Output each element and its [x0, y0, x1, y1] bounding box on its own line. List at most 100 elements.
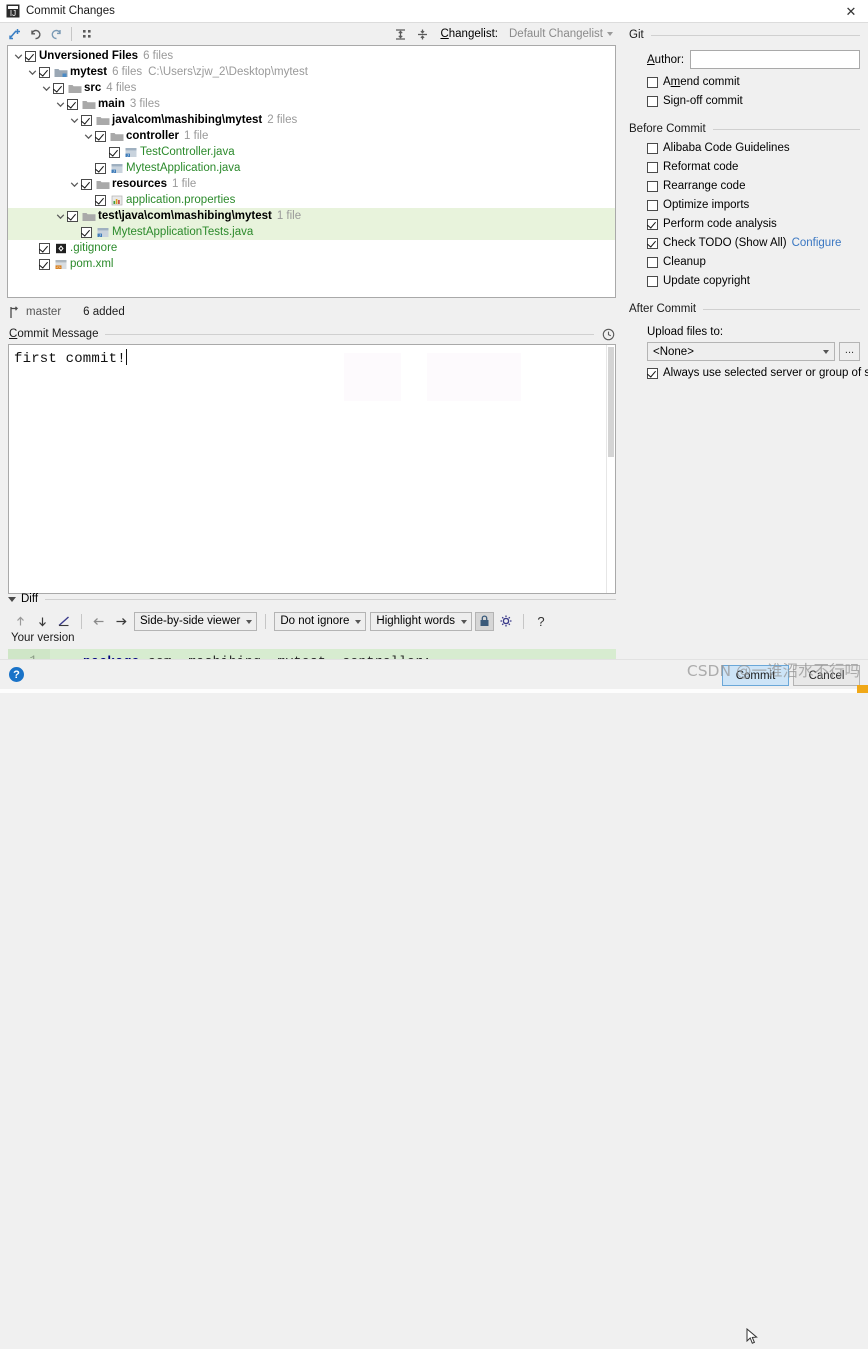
always-use-server-checkbox[interactable]: [647, 367, 658, 379]
refresh-icon[interactable]: [46, 25, 66, 44]
commit-message-scrollbar[interactable]: [606, 345, 615, 593]
folder-icon: [95, 177, 110, 191]
tree-row-checkbox[interactable]: [81, 226, 92, 238]
whitespace-dropdown[interactable]: Do not ignore: [274, 611, 367, 631]
tree-row[interactable]: main 3 files: [8, 96, 615, 112]
update-copyright-checkbox-row[interactable]: Update copyright: [647, 275, 860, 287]
optimize-imports-checkbox[interactable]: [647, 199, 658, 211]
tree-row-checkbox[interactable]: [81, 178, 92, 190]
configure-link[interactable]: Configure: [792, 237, 842, 249]
check-todo-checkbox-row[interactable]: Check TODO (Show All) Configure: [647, 237, 860, 249]
alibaba-code-guidelines-checkbox[interactable]: [647, 142, 658, 154]
check-todo-checkbox[interactable]: [647, 237, 658, 249]
gear-icon[interactable]: [496, 612, 516, 630]
update-copyright-checkbox[interactable]: [647, 275, 658, 287]
chevron-down-icon: [823, 350, 829, 354]
tree-row-checkbox[interactable]: [67, 98, 78, 110]
tree-row[interactable]: <> pom.xml: [8, 256, 615, 272]
accept-right-icon[interactable]: [111, 612, 131, 630]
tree-row[interactable]: java\com\mashibing\mytest 2 files: [8, 112, 615, 128]
previous-difference-icon[interactable]: [10, 612, 30, 630]
chevron-down-icon[interactable]: [68, 176, 81, 192]
chevron-down-icon[interactable]: [40, 80, 53, 96]
rollback-icon[interactable]: [25, 25, 45, 44]
add-to-vcs-icon[interactable]: [4, 25, 24, 44]
reformat-code-checkbox[interactable]: [647, 161, 658, 173]
tree-row-checkbox[interactable]: [81, 114, 92, 126]
tree-row[interactable]: J MytestApplication.java: [8, 160, 615, 176]
cleanup-checkbox-row[interactable]: Cleanup: [647, 256, 860, 268]
chevron-down-icon[interactable]: [26, 64, 39, 80]
alibaba-code-guidelines-checkbox-row[interactable]: Alibaba Code Guidelines: [647, 142, 860, 154]
reformat-code-checkbox-row[interactable]: Reformat code: [647, 161, 860, 173]
expand-all-icon[interactable]: [390, 25, 410, 44]
highlight-dropdown[interactable]: Highlight words: [370, 611, 473, 631]
tree-row[interactable]: .gitignore: [8, 240, 615, 256]
chevron-down-icon[interactable]: [54, 208, 67, 224]
tree-row[interactable]: resources 1 file: [8, 176, 615, 192]
commit-message-panel[interactable]: first commit!: [8, 344, 616, 594]
chevron-down-icon[interactable]: [82, 128, 95, 144]
chevron-down-icon: [461, 619, 468, 624]
tree-row-checkbox[interactable]: [95, 130, 106, 142]
svg-text:J: J: [98, 232, 100, 237]
tree-row-checkbox[interactable]: [39, 258, 50, 270]
git-section-label: Git: [629, 29, 644, 41]
commit-button[interactable]: Commit: [722, 665, 789, 686]
changes-tree-panel[interactable]: Unversioned Files 6 files mytest 6 files C:\…: [7, 45, 616, 298]
collapse-all-icon[interactable]: [412, 25, 432, 44]
clock-icon[interactable]: [600, 326, 616, 342]
perform-code-analysis-checkbox-row[interactable]: Perform code analysis: [647, 218, 860, 230]
scrollbar-thumb[interactable]: [608, 347, 614, 457]
tree-row-checkbox[interactable]: [109, 146, 120, 158]
properties-icon: [109, 193, 124, 207]
optimize-imports-checkbox-row[interactable]: Optimize imports: [647, 199, 860, 211]
java-class-icon: J: [123, 145, 138, 159]
group-by-icon[interactable]: [77, 25, 97, 44]
tree-row[interactable]: J TestController.java: [8, 144, 615, 160]
chevron-down-icon[interactable]: [12, 48, 25, 64]
sign-off-commit-checkbox-row[interactable]: Sign-off commit: [647, 95, 860, 107]
java-class-icon: J: [109, 161, 124, 175]
tree-row-checkbox[interactable]: [95, 162, 106, 174]
lock-icon[interactable]: [475, 611, 495, 631]
amend-commit-checkbox[interactable]: [647, 76, 658, 88]
tree-row-checkbox[interactable]: [39, 242, 50, 254]
tree-row[interactable]: test\java\com\mashibing\mytest 1 file: [8, 208, 615, 224]
sign-off-commit-checkbox[interactable]: [647, 95, 658, 107]
diff-viewer-dropdown[interactable]: Side-by-side viewer: [134, 611, 258, 631]
rearrange-code-checkbox[interactable]: [647, 180, 658, 192]
tree-row-checkbox[interactable]: [53, 82, 64, 94]
browse-servers-button[interactable]: ...: [839, 342, 860, 361]
amend-commit-checkbox-row[interactable]: Amend commit: [647, 76, 860, 88]
help-icon[interactable]: ?: [531, 612, 551, 630]
tree-row-checkbox[interactable]: [25, 50, 36, 62]
chevron-down-icon[interactable]: [8, 596, 16, 602]
tree-row-checkbox[interactable]: [95, 194, 106, 206]
tree-row[interactable]: Unversioned Files 6 files: [8, 48, 615, 64]
next-difference-icon[interactable]: [32, 612, 52, 630]
cleanup-checkbox[interactable]: [647, 256, 658, 268]
changelist-dropdown[interactable]: Default Changelist: [504, 24, 619, 44]
commit-message-input[interactable]: first commit!: [9, 345, 127, 367]
tree-row[interactable]: application.properties: [8, 192, 615, 208]
tree-row[interactable]: controller 1 file: [8, 128, 615, 144]
upload-server-dropdown[interactable]: <None>: [647, 342, 835, 361]
author-input[interactable]: [690, 50, 860, 69]
reformat-code-label: Reformat code: [663, 161, 739, 173]
edit-source-icon[interactable]: [54, 612, 74, 630]
help-icon[interactable]: ?: [9, 667, 24, 682]
perform-code-analysis-checkbox[interactable]: [647, 218, 658, 230]
chevron-down-icon[interactable]: [68, 112, 81, 128]
tree-row-checkbox[interactable]: [67, 210, 78, 222]
tree-row[interactable]: src 4 files: [8, 80, 615, 96]
rearrange-code-checkbox-row[interactable]: Rearrange code: [647, 180, 860, 192]
accept-left-icon[interactable]: [89, 612, 109, 630]
tree-row-checkbox[interactable]: [39, 66, 50, 78]
cancel-button[interactable]: Cancel: [793, 665, 860, 686]
tree-row[interactable]: mytest 6 files C:\Users\zjw_2\Desktop\myte…: [8, 64, 615, 80]
chevron-down-icon[interactable]: [54, 96, 67, 112]
tree-row[interactable]: J MytestApplicationTests.java: [8, 224, 615, 240]
close-icon[interactable]: ✕: [834, 0, 868, 23]
always-use-server-checkbox-row[interactable]: Always use selected server or group of s…: [647, 367, 868, 379]
